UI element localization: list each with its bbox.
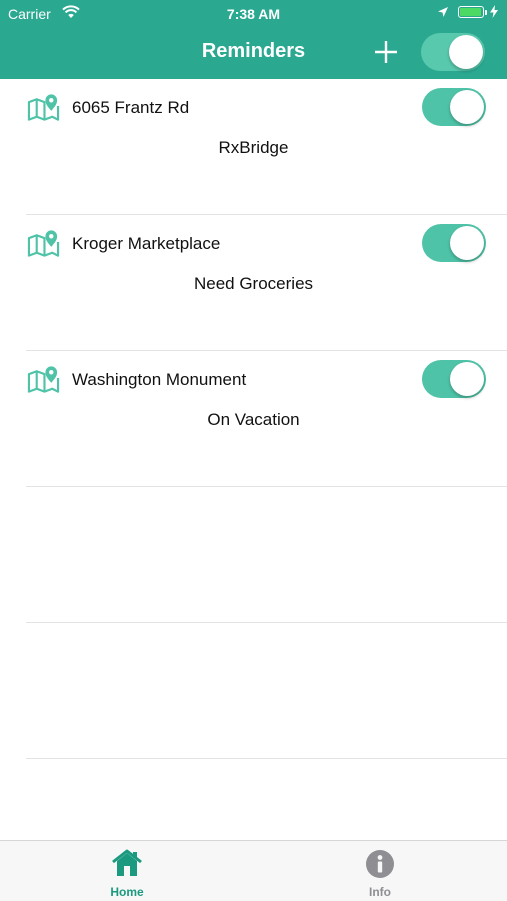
battery-icon [458, 6, 487, 18]
info-icon [366, 850, 394, 878]
add-reminder-button[interactable] [372, 38, 400, 66]
reminder-row[interactable]: 6065 Frantz Rd RxBridge [0, 79, 507, 215]
tab-info[interactable]: Info [305, 841, 455, 901]
home-icon [112, 849, 142, 876]
reminder-toggle[interactable] [422, 224, 486, 262]
location-arrow-icon [438, 7, 448, 17]
tab-bar: Home Info [0, 840, 507, 901]
row-divider [26, 486, 507, 487]
map-pin-icon [27, 366, 60, 393]
map-pin-icon [27, 94, 60, 121]
reminder-note: On Vacation [207, 410, 300, 429]
tab-home-label: Home [110, 885, 144, 899]
plus-icon [375, 41, 397, 63]
tab-home[interactable]: Home [52, 841, 202, 901]
reminder-toggle[interactable] [422, 88, 486, 126]
reminder-location: Kroger Marketplace [72, 234, 221, 253]
reminder-note: RxBridge [218, 138, 289, 157]
row-divider [26, 758, 507, 759]
reminder-note: Need Groceries [193, 274, 314, 293]
toggle-knob [450, 362, 484, 396]
toggle-knob [450, 90, 484, 124]
reminder-location: Washington Monument [72, 370, 247, 389]
toggle-knob [450, 226, 484, 260]
reminder-row[interactable]: Washington Monument On Vacation [0, 351, 507, 487]
toggle-knob [449, 35, 483, 69]
status-bar: Carrier 7:38 AM [0, 0, 507, 28]
navigation-bar: Carrier 7:38 AM Reminders [0, 0, 507, 79]
reminder-toggle[interactable] [422, 360, 486, 398]
row-divider [26, 622, 507, 623]
status-time: 7:38 AM [226, 6, 281, 22]
charging-bolt-icon [490, 5, 498, 18]
master-toggle[interactable] [421, 33, 485, 71]
reminder-row[interactable]: Kroger Marketplace Need Groceries [0, 215, 507, 351]
tab-info-label: Info [369, 885, 391, 899]
reminder-location: 6065 Frantz Rd [72, 98, 190, 117]
map-pin-icon [27, 230, 60, 257]
